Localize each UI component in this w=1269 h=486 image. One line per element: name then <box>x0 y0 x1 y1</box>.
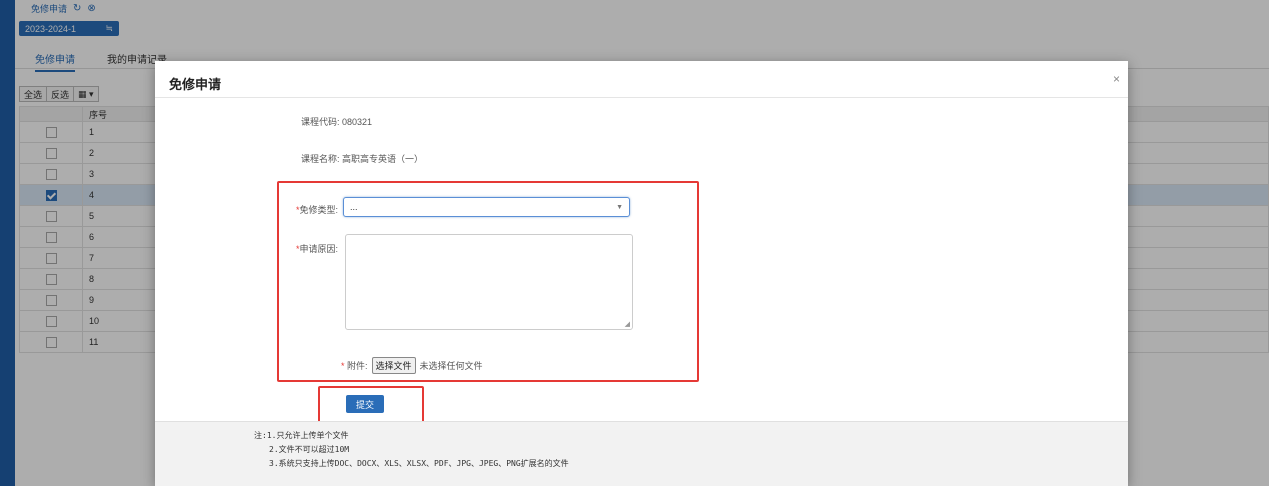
course-name: 课程名称: 高职高专英语（一） <box>301 154 424 164</box>
note-line-2: 2.文件不可以超过10M <box>269 445 350 454</box>
close-icon[interactable]: × <box>1113 72 1120 86</box>
course-code: 课程代码: 080321 <box>301 117 373 127</box>
modal-footer: 注:1.只允许上传单个文件 2.文件不可以超过10M 3.系统只支持上传DOC、… <box>155 421 1128 486</box>
modal-header: 免修申请 × <box>155 61 1128 98</box>
highlight-box-form <box>277 181 699 382</box>
note-line-3: 3.系统只支持上传DOC、DOCX、XLS、XLSX、PDF、JPG、JPEG、… <box>269 459 569 468</box>
modal-title: 免修申请 <box>169 77 222 92</box>
exemption-modal: 免修申请 × 课程代码: 080321 课程名称: 高职高专英语（一） *免修类… <box>155 61 1128 486</box>
note-line-1: 注:1.只允许上传单个文件 <box>254 431 349 440</box>
